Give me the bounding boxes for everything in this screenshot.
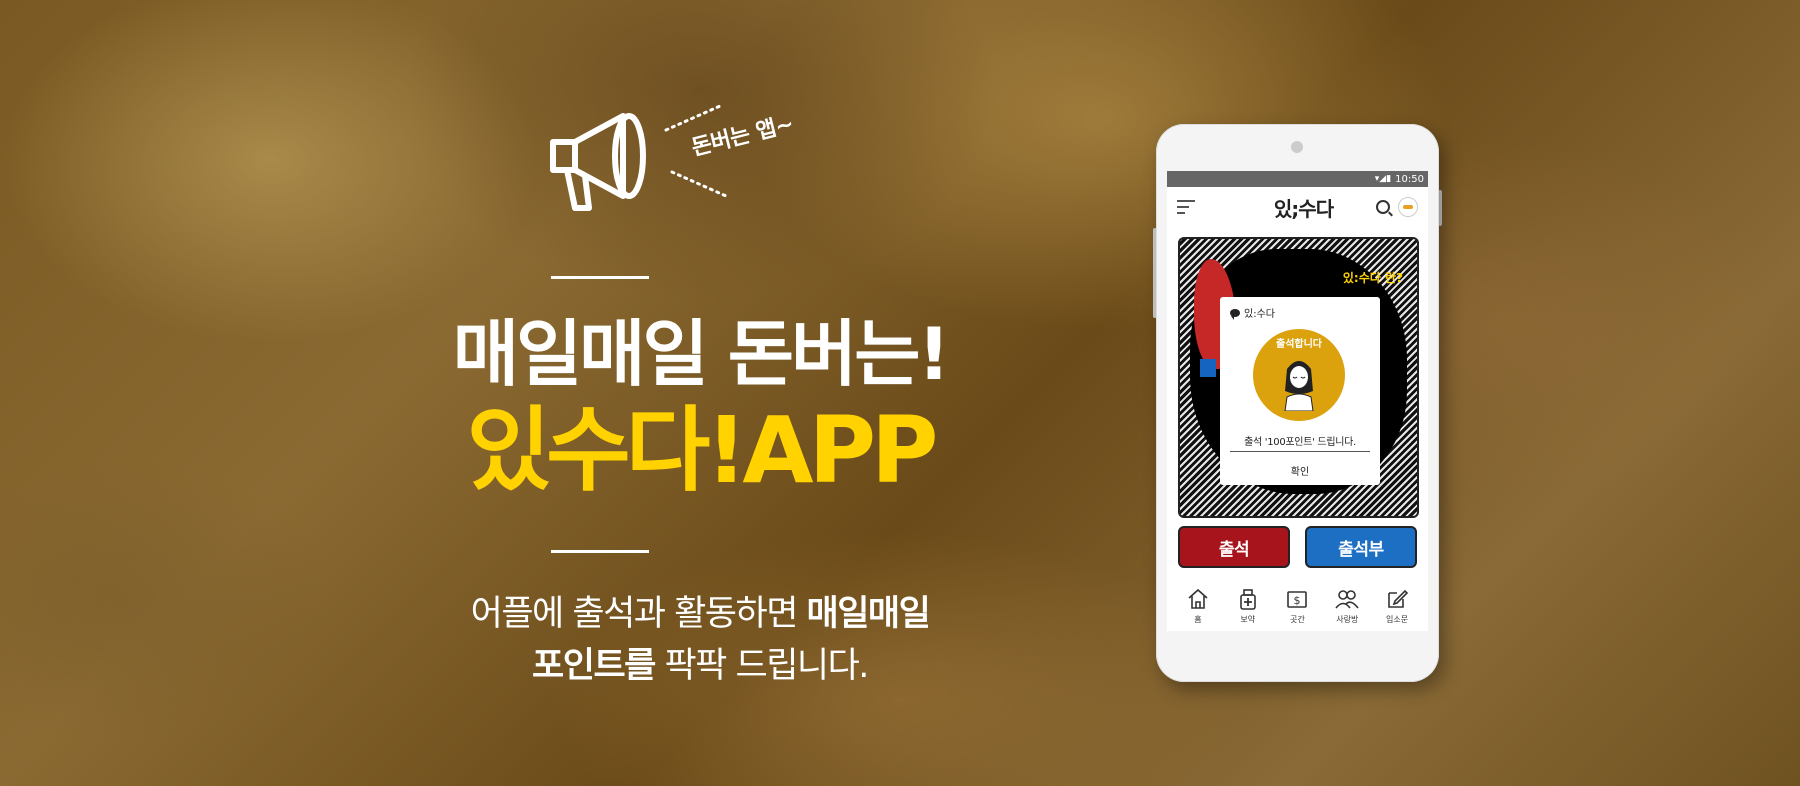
girl-illustration-icon [1284, 361, 1314, 411]
desc-line2-bold: 포인트를 [532, 646, 656, 686]
search-icon[interactable] [1375, 200, 1390, 214]
tab-home[interactable]: 홈 [1176, 587, 1220, 625]
promo-section: 돈버는 앱~ 매일매일 돈버는! 있수다!APP 어플에 출석과 활동하면 매일… [0, 0, 1000, 786]
status-bar: ▾◢▮ 10:50 [1167, 171, 1428, 187]
megaphone-icon [550, 113, 646, 211]
medicine-icon [1239, 589, 1256, 610]
headline-line-2: 있수다!APP [466, 397, 939, 504]
tab-write[interactable]: 입소문 [1375, 587, 1419, 625]
bottom-tab-bar: 홈 보약 $ 곳간 사랑방 입소문 [1167, 587, 1428, 625]
svg-text:$: $ [1294, 594, 1301, 607]
desc-line1-plain: 어플에 출석과 활동하면 [470, 594, 807, 634]
tab-label-home: 홈 [1194, 615, 1202, 624]
desc-line2-plain: 팍팍 드립니다. [654, 646, 869, 686]
phone-camera [1291, 141, 1303, 153]
comic-blue-shape [1200, 359, 1216, 377]
description: 어플에 출석과 활동하면 매일매일 포인트를 팍팍 드립니다. [300, 588, 1100, 692]
menu-icon[interactable] [1177, 200, 1195, 214]
attend-button[interactable]: 출석 [1178, 526, 1290, 568]
app-bar: 있;수다 [1167, 187, 1428, 227]
bottom-divider [551, 550, 649, 553]
action-row: 출석 출석부 [1178, 526, 1417, 568]
desc-line1-bold: 매일매일 [806, 594, 931, 634]
tab-label-money: 곳간 [1290, 615, 1305, 624]
tab-medicine[interactable]: 보약 [1226, 587, 1270, 625]
comic-question: 있:수다 란? [1342, 271, 1403, 285]
attendance-badge: 출석합니다 [1253, 329, 1345, 421]
dialog-header-label: 있:수다 [1244, 309, 1275, 320]
dialog-divider [1230, 451, 1370, 452]
attend-book-button[interactable]: 출석부 [1305, 526, 1417, 568]
attendance-dialog: 있:수다 출석합니다 출석 '100포인트' 드립니다. 확인 [1220, 297, 1380, 485]
coin-icon[interactable] [1397, 197, 1418, 217]
chat-bubble-icon [1230, 308, 1240, 320]
dialog-header: 있:수다 [1220, 297, 1380, 320]
badge-text: 출석합니다 [1276, 339, 1322, 350]
people-icon [1335, 590, 1359, 609]
tab-people[interactable]: 사랑방 [1325, 587, 1369, 625]
status-time: 10:50 [1395, 173, 1424, 185]
tab-money[interactable]: $ 곳간 [1275, 587, 1319, 625]
phone-screen: ▾◢▮ 10:50 있;수다 있:수다 란? 있:수다 출석합니다 출석 '10… [1167, 171, 1428, 631]
headline-line-1: 매일매일 돈버는! [452, 312, 951, 396]
money-icon: $ [1287, 591, 1308, 608]
tab-label-people: 사랑방 [1336, 615, 1359, 624]
app-bar-actions [1375, 197, 1418, 217]
dialog-confirm-button[interactable]: 확인 [1220, 463, 1380, 478]
home-icon [1188, 588, 1208, 609]
write-icon [1388, 589, 1409, 608]
status-icons: ▾◢▮ [1374, 174, 1392, 184]
comic-banner: 있:수다 란? 있:수다 출석합니다 출석 '100포인트' 드립니다. 확인 [1178, 237, 1419, 518]
tab-label-medicine: 보약 [1240, 615, 1256, 624]
tab-label-write: 입소문 [1386, 615, 1409, 624]
phone-mockup: ▾◢▮ 10:50 있;수다 있:수다 란? 있:수다 출석합니다 출석 '10… [1156, 124, 1439, 682]
top-divider [551, 276, 649, 279]
app-title: 있;수다 [1273, 196, 1334, 221]
dialog-message: 출석 '100포인트' 드립니다. [1244, 437, 1356, 448]
